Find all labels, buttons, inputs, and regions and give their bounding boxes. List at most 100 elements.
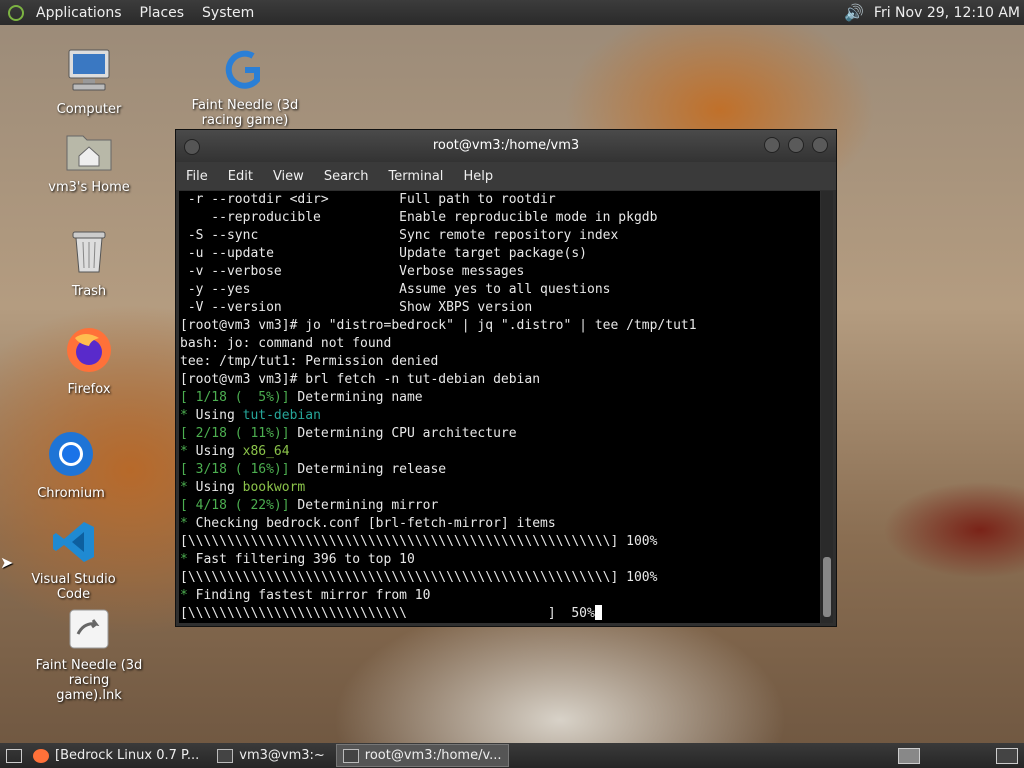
firefox-icon — [67, 328, 111, 372]
terminal-icon — [342, 748, 359, 763]
task-firefox[interactable]: [Bedrock Linux 0.7 P... — [26, 744, 206, 767]
menu-view[interactable]: View — [263, 169, 314, 184]
terminal-line: -S --sync Sync remote repository index — [180, 227, 820, 245]
desktop-icon-trash[interactable]: Trash — [34, 228, 144, 299]
terminal-text: Determining release — [289, 462, 447, 477]
chromium-icon — [49, 432, 93, 476]
terminal-line: [ 2/18 ( 11%)] Determining CPU architect… — [180, 425, 820, 443]
distro-logo-icon[interactable] — [8, 4, 24, 21]
terminal-text: bookworm — [242, 480, 306, 495]
terminal-line: [\\\\\\\\\\\\\\\\\\\\\\\\\\\\\\\\\\\\\\\… — [180, 533, 820, 551]
terminal-text: -u --update Update target package(s) — [180, 246, 587, 261]
clock[interactable]: Fri Nov 29, 12:10 AM — [874, 5, 1020, 21]
terminal-text: [root@vm3 vm3]# brl fetch -n tut-debian … — [180, 372, 541, 387]
terminal-text: Checking bedrock.conf [brl-fetch-mirror]… — [195, 516, 556, 531]
menu-file[interactable]: File — [176, 169, 218, 184]
top-panel-tray: 🔊 Fri Nov 29, 12:10 AM — [844, 0, 1020, 25]
desktop-icon-label: Firefox — [67, 382, 111, 397]
task-terminal-root[interactable]: root@vm3:/home/v... — [335, 744, 509, 767]
terminal-line: -u --update Update target package(s) — [180, 245, 820, 263]
workspace-1-icon[interactable] — [898, 748, 920, 764]
menu-places[interactable]: Places — [134, 5, 191, 21]
terminal-text: -v --verbose Verbose messages — [180, 264, 525, 279]
terminal-text: -r --rootdir <dir> Full path to rootdir — [180, 192, 556, 207]
desktop-icon-chromium[interactable]: Chromium — [16, 430, 126, 501]
terminal-text: * — [180, 480, 196, 495]
terminal-text: [\\\\\\\\\\\\\\\\\\\\\\\\\\\\\\\\\\\\\\\… — [180, 534, 658, 549]
terminal-line: -r --rootdir <dir> Full path to rootdir — [180, 191, 820, 209]
terminal-line: [root@vm3 vm3]# brl fetch -n tut-debian … — [180, 371, 820, 389]
desktop-icon-label: Visual Studio Code — [31, 572, 116, 602]
terminal-line: * Using tut-debian — [180, 407, 820, 425]
terminal-line: * Checking bedrock.conf [brl-fetch-mirro… — [180, 515, 820, 533]
trash-icon — [72, 231, 106, 273]
desktop-icon-vscode[interactable]: Visual Studio Code — [16, 520, 131, 602]
terminal-text: -S --sync Sync remote repository index — [180, 228, 619, 243]
desktop-icon-label: Computer — [56, 102, 122, 117]
desktop-icon-label: Trash — [71, 284, 107, 299]
show-desktop-icon[interactable] — [6, 748, 22, 763]
maximize-icon[interactable] — [788, 137, 804, 153]
terminal-text: * — [180, 408, 196, 423]
terminal-output[interactable]: -r --rootdir <dir> Full path to rootdir … — [179, 191, 820, 623]
terminal-line: -v --verbose Verbose messages — [180, 263, 820, 281]
terminal-text: bash: jo: command not found — [180, 336, 392, 351]
menu-applications[interactable]: Applications — [30, 5, 128, 21]
scrollbar[interactable] — [821, 191, 833, 623]
scrollbar-thumb[interactable] — [823, 557, 831, 617]
volume-icon[interactable]: 🔊 — [844, 3, 864, 22]
close-icon[interactable] — [812, 137, 828, 153]
task-label: root@vm3:/home/v... — [364, 748, 502, 763]
desktop-icon-firefox[interactable]: Firefox — [34, 326, 144, 397]
terminal-icon — [217, 748, 234, 763]
terminal-window[interactable]: root@vm3:/home/vm3 File Edit View Search… — [175, 129, 837, 627]
terminal-text: -V --version Show XBPS version — [180, 300, 533, 315]
top-panel: Applications Places System 🔊 Fri Nov 29,… — [0, 0, 1024, 25]
desktop-icon-faint-needle-lnk[interactable]: Faint Needle (3d racing game).lnk — [34, 608, 144, 703]
computer-icon — [68, 49, 110, 91]
terminal-text: Using — [195, 480, 243, 495]
menu-terminal[interactable]: Terminal — [378, 169, 453, 184]
terminal-line: * Finding fastest mirror from 10 — [180, 587, 820, 605]
terminal-line: * Using x86_64 — [180, 443, 820, 461]
task-terminal-vm3[interactable]: vm3@vm3:~ — [210, 744, 332, 767]
terminal-line: -y --yes Assume yes to all questions — [180, 281, 820, 299]
terminal-line: [ 1/18 ( 5%)] Determining name — [180, 389, 820, 407]
terminal-text: [ 2/18 ( 11%)] — [180, 426, 290, 441]
game-icon — [225, 50, 260, 89]
menu-help[interactable]: Help — [453, 169, 503, 184]
terminal-menu-bar: File Edit View Search Terminal Help — [176, 162, 836, 190]
terminal-text: [ 1/18 ( 5%)] — [180, 390, 290, 405]
terminal-text: tut-debian — [242, 408, 321, 423]
terminal-text: Determining name — [289, 390, 423, 405]
terminal-text: x86_64 — [242, 444, 290, 459]
menu-system[interactable]: System — [196, 5, 260, 21]
terminal-text: Using — [195, 444, 243, 459]
terminal-line: [root@vm3 vm3]# jo "distro=bedrock" | jq… — [180, 317, 820, 335]
task-label: [Bedrock Linux 0.7 P... — [55, 748, 200, 763]
minimize-icon[interactable] — [764, 137, 780, 153]
mouse-pointer-icon: ➤ — [0, 553, 14, 572]
desktop-icon-computer[interactable]: Computer — [34, 46, 144, 117]
desktop-icon-label: Faint Needle (3d racing game) — [191, 98, 299, 128]
terminal-line: [\\\\\\\\\\\\\\\\\\\\\\\\\\\\ ] 50% — [180, 605, 820, 623]
terminal-text: -y --yes Assume yes to all questions — [180, 282, 611, 297]
terminal-text: * — [180, 516, 196, 531]
firefox-icon — [33, 748, 49, 763]
terminal-text: [root@vm3 vm3]# jo "distro=bedrock" | jq… — [180, 318, 697, 333]
terminal-text: tee: /tmp/tut1: Permission denied — [180, 354, 439, 369]
terminal-text: * — [180, 588, 196, 603]
title-bar[interactable]: root@vm3:/home/vm3 — [176, 130, 836, 162]
menu-edit[interactable]: Edit — [218, 169, 263, 184]
terminal-line: bash: jo: command not found — [180, 335, 820, 353]
workspace-2-icon[interactable] — [996, 748, 1018, 764]
desktop-icon-home[interactable]: vm3's Home — [34, 128, 144, 195]
taskbar: [Bedrock Linux 0.7 P... vm3@vm3:~ root@v… — [0, 743, 1024, 768]
terminal-line: --reproducible Enable reproducible mode … — [180, 209, 820, 227]
desktop-icon-label: Chromium — [37, 486, 105, 501]
terminal-line: [ 4/18 ( 22%)] Determining mirror — [180, 497, 820, 515]
desktop-icon-faint-needle[interactable]: Faint Needle (3d racing game) — [190, 50, 300, 128]
menu-search[interactable]: Search — [314, 169, 379, 184]
terminal-text: Using — [195, 408, 243, 423]
terminal-text: [\\\\\\\\\\\\\\\\\\\\\\\\\\\\\\\\\\\\\\\… — [180, 570, 658, 585]
